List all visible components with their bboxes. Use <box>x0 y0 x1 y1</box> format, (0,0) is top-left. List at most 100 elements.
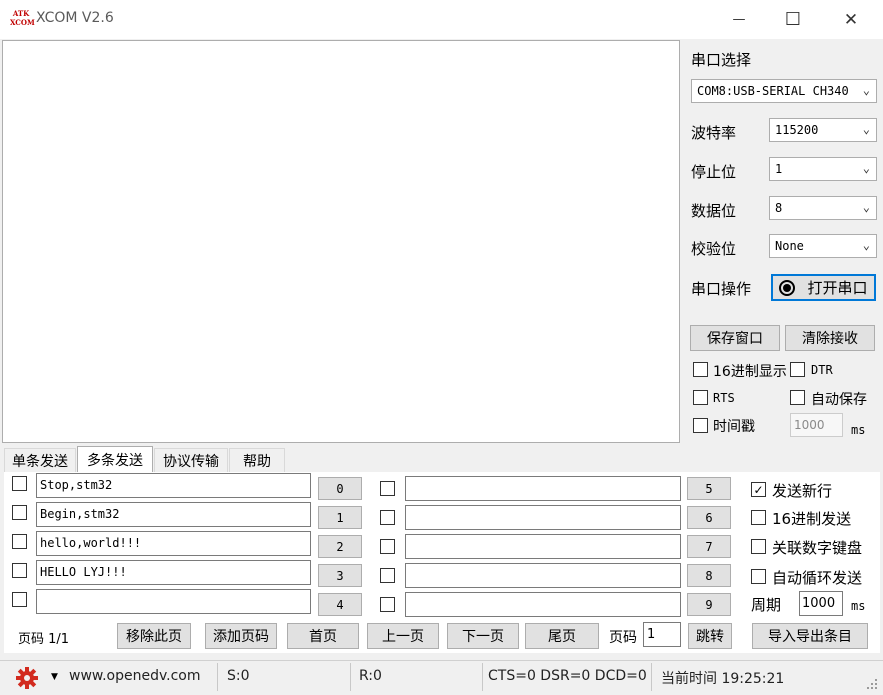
send-input-5[interactable] <box>405 476 681 501</box>
rts-checkbox[interactable] <box>693 390 708 405</box>
timestamp-label: 时间戳 <box>713 419 755 435</box>
gear-icon[interactable] <box>14 665 40 691</box>
page-input[interactable]: 1 <box>643 622 681 647</box>
row-checkbox-3[interactable] <box>12 563 27 578</box>
data-bits-value: 8 <box>775 201 783 215</box>
send-newline-checkbox[interactable]: ✓ <box>751 482 766 497</box>
row-checkbox-6[interactable] <box>380 510 395 525</box>
gear-dropdown-icon[interactable]: ▼ <box>51 672 58 682</box>
current-time: 当前时间 19:25:21 <box>661 671 785 687</box>
send-button-3[interactable]: 3 <box>318 564 362 587</box>
row-checkbox-0[interactable] <box>12 476 27 491</box>
data-bits-label: 数据位 <box>691 202 737 220</box>
send-input-2[interactable]: hello,world!!! <box>36 531 311 556</box>
send-button-9[interactable]: 9 <box>687 593 731 616</box>
tab-help[interactable]: 帮助 <box>229 448 285 472</box>
tab-single-send[interactable]: 单条发送 <box>4 448 76 472</box>
row-checkbox-9[interactable] <box>380 597 395 612</box>
send-button-2[interactable]: 2 <box>318 535 362 558</box>
timestamp-unit: ms <box>851 423 866 437</box>
prev-page-button[interactable]: 上一页 <box>367 623 439 649</box>
row-checkbox-4[interactable] <box>12 592 27 607</box>
open-port-label: 打开串口 <box>807 279 868 297</box>
resize-grip-icon[interactable] <box>864 676 878 690</box>
received-count: R:0 <box>359 668 382 684</box>
link-keypad-checkbox[interactable] <box>751 539 766 554</box>
website-link[interactable]: www.openedv.com <box>69 668 201 684</box>
stop-bits-label: 停止位 <box>691 163 737 181</box>
status-divider <box>217 663 218 691</box>
baud-select[interactable]: 115200 ⌄ <box>769 118 877 142</box>
timestamp-interval-input[interactable]: 1000 <box>790 413 843 437</box>
send-input-8[interactable] <box>405 563 681 588</box>
save-window-button[interactable]: 保存窗口 <box>690 325 780 351</box>
row-checkbox-8[interactable] <box>380 568 395 583</box>
period-input[interactable]: 1000 <box>799 591 843 616</box>
tab-protocol[interactable]: 协议传输 <box>154 448 228 472</box>
row-checkbox-1[interactable] <box>12 505 27 520</box>
clear-receive-button[interactable]: 清除接收 <box>785 325 875 351</box>
rts-label: RTS <box>713 391 735 405</box>
send-input-4[interactable] <box>36 589 311 614</box>
parity-select[interactable]: None ⌄ <box>769 234 877 258</box>
send-button-1[interactable]: 1 <box>318 506 362 529</box>
stop-bits-select[interactable]: 1 ⌄ <box>769 157 877 181</box>
first-page-button[interactable]: 首页 <box>287 623 359 649</box>
auto-save-checkbox[interactable] <box>790 390 805 405</box>
row-checkbox-7[interactable] <box>380 539 395 554</box>
send-input-9[interactable] <box>405 592 681 617</box>
send-button-0[interactable]: 0 <box>318 477 362 500</box>
send-button-8[interactable]: 8 <box>687 564 731 587</box>
dtr-checkbox[interactable] <box>790 362 805 377</box>
send-input-6[interactable] <box>405 505 681 530</box>
close-button[interactable]: ✕ <box>828 0 874 39</box>
data-bits-select[interactable]: 8 ⌄ <box>769 196 877 220</box>
send-button-6[interactable]: 6 <box>687 506 731 529</box>
auto-loop-label: 自动循环发送 <box>772 569 863 587</box>
hex-display-checkbox[interactable] <box>693 362 708 377</box>
auto-save-label: 自动保存 <box>811 392 867 408</box>
tab-multi-send[interactable]: 多条发送 <box>77 446 153 473</box>
link-keypad-label: 关联数字键盘 <box>772 539 863 557</box>
maximize-icon: ☐ <box>784 9 802 30</box>
minimize-button[interactable]: — <box>716 0 762 39</box>
hex-send-checkbox[interactable] <box>751 510 766 525</box>
port-select[interactable]: COM8:USB-SERIAL CH340 ⌄ <box>691 79 877 103</box>
minimize-icon: — <box>732 12 746 27</box>
port-select-value: COM8:USB-SERIAL CH340 <box>697 84 849 98</box>
send-input-3[interactable]: HELLO LYJ!!! <box>36 560 311 585</box>
baud-label: 波特率 <box>691 124 737 142</box>
modem-signals: CTS=0 DSR=0 DCD=0 <box>488 668 647 684</box>
page-info: 页码 1/1 <box>18 632 70 647</box>
maximize-button[interactable]: ☐ <box>770 0 816 39</box>
stop-bits-value: 1 <box>775 162 783 176</box>
send-input-7[interactable] <box>405 534 681 559</box>
chevron-down-icon: ⌄ <box>862 200 870 214</box>
add-page-button[interactable]: 添加页码 <box>205 623 277 649</box>
open-port-button[interactable]: 打开串口 <box>771 274 876 301</box>
import-export-button[interactable]: 导入导出条目 <box>752 623 868 649</box>
remove-page-button[interactable]: 移除此页 <box>117 623 191 649</box>
send-input-1[interactable]: Begin,stm32 <box>36 502 311 527</box>
chevron-down-icon: ⌄ <box>862 83 870 97</box>
timestamp-checkbox[interactable] <box>693 418 708 433</box>
send-button-5[interactable]: 5 <box>687 477 731 500</box>
chevron-down-icon: ⌄ <box>862 161 870 175</box>
receive-textarea[interactable] <box>2 40 680 443</box>
chevron-down-icon: ⌄ <box>862 122 870 136</box>
send-input-0[interactable]: Stop,stm32 <box>36 473 311 498</box>
send-button-7[interactable]: 7 <box>687 535 731 558</box>
next-page-button[interactable]: 下一页 <box>447 623 519 649</box>
baud-value: 115200 <box>775 123 819 137</box>
row-checkbox-5[interactable] <box>380 481 395 496</box>
last-page-button[interactable]: 尾页 <box>525 623 599 649</box>
hex-display-label: 16进制显示 <box>713 364 787 380</box>
auto-loop-checkbox[interactable] <box>751 569 766 584</box>
jump-button[interactable]: 跳转 <box>688 623 732 649</box>
send-button-4[interactable]: 4 <box>318 593 362 616</box>
dtr-label: DTR <box>811 363 833 377</box>
status-divider <box>350 663 351 691</box>
row-checkbox-2[interactable] <box>12 534 27 549</box>
parity-value: None <box>775 239 804 253</box>
port-select-label: 串口选择 <box>691 51 752 69</box>
